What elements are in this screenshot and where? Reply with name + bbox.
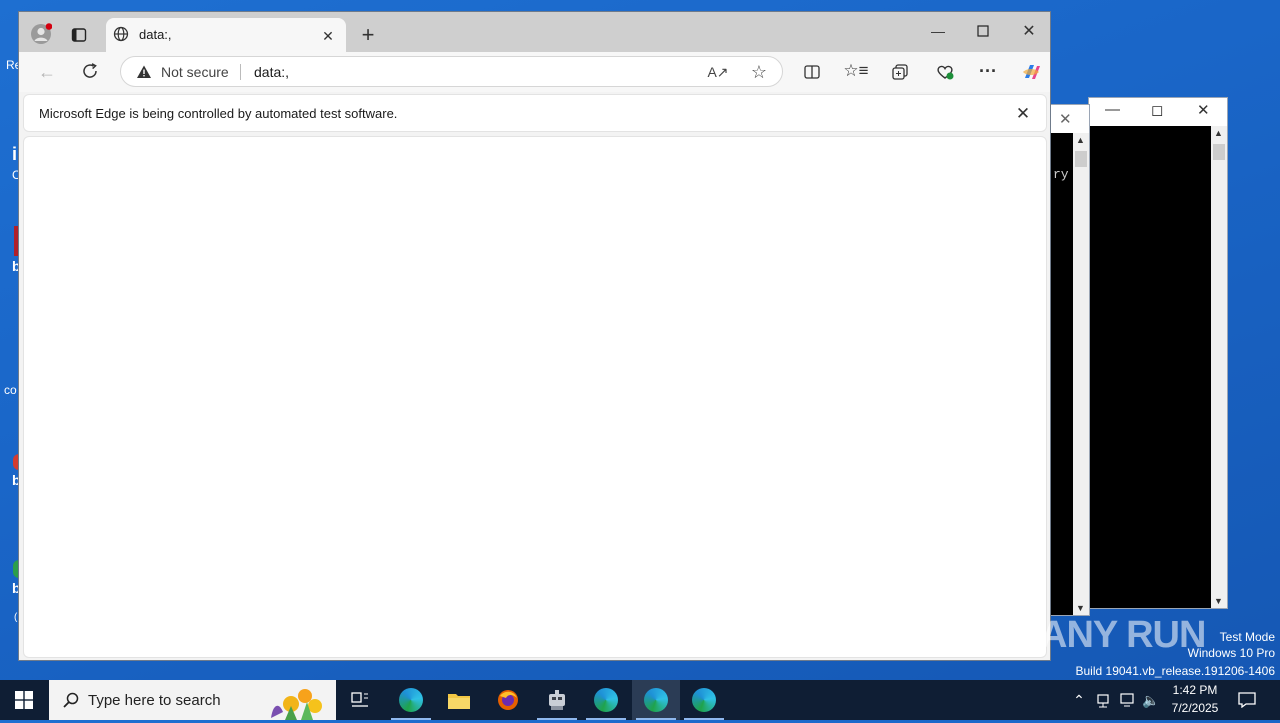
close-icon[interactable]: ✕	[1197, 101, 1210, 119]
console-window-back[interactable]: — ◻ ✕ ▲ ▼	[1088, 97, 1228, 609]
favorite-star-icon[interactable]: ☆	[748, 62, 770, 82]
favorites-icon[interactable]: ☆≡	[843, 59, 868, 83]
toolbar: ← Not secure data:, A↗ ☆ ☆≡ ···	[19, 52, 1050, 92]
close-infobar-icon[interactable]: ✕	[1012, 103, 1034, 125]
search-highlight-art	[261, 682, 331, 720]
notifications-icon[interactable]	[1236, 689, 1258, 711]
chevron-up-icon[interactable]: ▲	[1214, 128, 1223, 138]
copilot-icon[interactable]	[1019, 60, 1043, 84]
browser-essentials-icon[interactable]	[933, 60, 957, 84]
chevron-down-icon[interactable]: ▼	[1076, 603, 1085, 613]
automation-infobar: Microsoft Edge is being controlled by au…	[23, 94, 1047, 132]
clock-time[interactable]: 1:42 PM	[1166, 683, 1224, 697]
scrollbar[interactable]: ▲ ▼	[1073, 133, 1089, 615]
page-content[interactable]	[23, 136, 1047, 658]
edge-icon	[594, 688, 618, 712]
back-icon[interactable]: ←	[35, 60, 59, 84]
divider	[240, 64, 241, 80]
more-options-icon[interactable]: ···	[976, 59, 1000, 83]
watermark-test-mode: Test Mode	[1219, 630, 1275, 644]
close-icon[interactable]: ✕	[1059, 110, 1072, 128]
taskbar-edge[interactable]	[387, 680, 435, 720]
edge-icon	[399, 688, 423, 712]
taskbar-app-robot[interactable]	[533, 680, 581, 720]
minimize-icon[interactable]: —	[1105, 101, 1120, 118]
taskbar-search[interactable]: Type here to search	[49, 680, 336, 720]
taskbar-edge-2[interactable]	[582, 680, 630, 720]
scrollbar[interactable]: ▲ ▼	[1211, 126, 1227, 608]
globe-icon	[112, 25, 130, 43]
network-icon[interactable]	[1094, 690, 1112, 710]
minimize-icon[interactable]: —	[923, 19, 953, 43]
search-icon	[61, 690, 81, 710]
watermark-edition: Windows 10 Pro	[1187, 646, 1275, 660]
firefox-icon	[498, 690, 518, 710]
anyrun-logo: ANY RUN	[1040, 614, 1206, 656]
tab-actions-icon[interactable]	[67, 23, 91, 47]
clock-date[interactable]: 7/2/2025	[1166, 701, 1224, 715]
profile-avatar[interactable]	[29, 22, 53, 46]
maximize-icon[interactable]	[968, 19, 998, 43]
robot-app-icon	[549, 690, 565, 710]
start-button[interactable]	[0, 680, 48, 720]
task-view-button[interactable]	[336, 680, 384, 720]
new-tab-icon[interactable]: +	[356, 22, 380, 47]
console-text: ry	[1053, 167, 1069, 182]
scrollbar-thumb[interactable]	[1213, 144, 1225, 160]
close-tab-icon[interactable]: ✕	[318, 26, 338, 46]
folder-icon	[448, 694, 470, 709]
tab-active[interactable]: data:, ✕	[106, 18, 346, 52]
watermark-build: Build 19041.vb_release.191206-1406	[1075, 664, 1276, 678]
monitor-icon[interactable]	[1118, 690, 1136, 710]
url-text[interactable]: data:,	[254, 64, 289, 80]
warning-icon[interactable]	[135, 63, 153, 81]
read-aloud-icon[interactable]: A↗	[707, 62, 729, 82]
volume-icon[interactable]: 🔈	[1142, 690, 1160, 710]
chevron-up-icon[interactable]: ⌃	[1070, 690, 1088, 710]
address-bar[interactable]: Not secure data:, A↗ ☆	[120, 56, 783, 87]
browser-window[interactable]: data:, ✕ + — ✕ ← Not secure data:, A↗ ☆ …	[18, 11, 1051, 661]
edge-icon	[644, 688, 668, 712]
taskbar-file-explorer[interactable]	[435, 680, 483, 720]
chevron-down-icon[interactable]: ▼	[1214, 596, 1223, 606]
chevron-up-icon[interactable]: ▲	[1076, 135, 1085, 145]
tab-title: data:,	[139, 27, 172, 42]
search-placeholder: Type here to search	[88, 692, 221, 709]
edge-icon	[692, 688, 716, 712]
maximize-icon[interactable]: ◻	[1151, 101, 1163, 119]
close-window-icon[interactable]: ✕	[1014, 19, 1044, 43]
split-screen-icon[interactable]	[800, 60, 824, 84]
collections-icon[interactable]	[888, 60, 912, 84]
scrollbar-thumb[interactable]	[1075, 151, 1087, 167]
security-label[interactable]: Not secure	[161, 64, 229, 80]
refresh-icon[interactable]	[78, 59, 102, 83]
infobar-message: Microsoft Edge is being controlled by au…	[39, 106, 398, 121]
taskbar-firefox[interactable]	[484, 680, 532, 720]
tab-strip: data:, ✕ + — ✕	[19, 12, 1050, 52]
taskbar-edge-3[interactable]	[632, 680, 680, 720]
taskbar: Type here to search ⌃ 🔈 1:42 PM 7/2/2025	[0, 680, 1280, 720]
taskbar-edge-4[interactable]	[680, 680, 728, 720]
